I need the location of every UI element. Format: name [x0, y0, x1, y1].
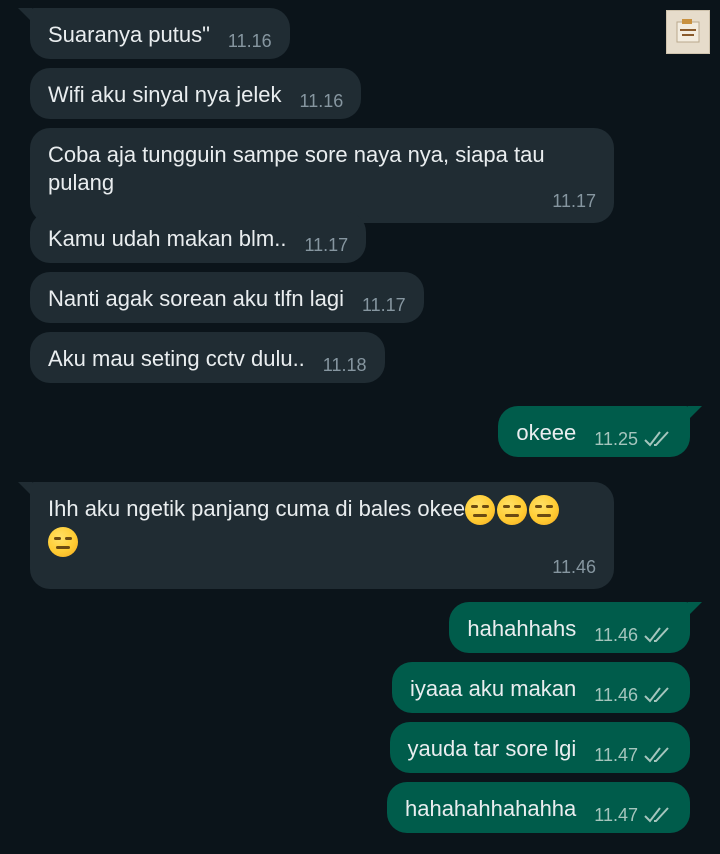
message-text: Ihh aku ngetik panjang cuma di bales oke… — [48, 495, 596, 526]
message-bubble-outgoing[interactable]: hahahahhahahha 11.47 — [386, 782, 690, 833]
message-bubble-incoming[interactable]: Aku mau seting cctv dulu.. 11.18 — [30, 332, 385, 383]
expressionless-face-icon — [465, 495, 496, 526]
sticker-icon — [676, 19, 700, 43]
message-bubble-outgoing[interactable]: iyaaa aku makan 11.46 — [391, 662, 690, 713]
message-text: hahahhahs — [467, 616, 577, 641]
message-time: 11.16 — [227, 31, 272, 51]
message-time: 11.18 — [322, 355, 367, 375]
double-check-icon — [644, 627, 669, 643]
message-bubble-incoming[interactable]: Wifi aku sinyal nya jelek 11.16 — [30, 68, 362, 119]
message-text: Coba aja tungguin sampe sore naya nya, s… — [48, 142, 545, 167]
message-time: 11.47 — [594, 801, 672, 829]
message-bubble-incoming[interactable]: Nanti agak sorean aku tlfn lagi 11.17 — [30, 272, 424, 323]
message-time: 11.17 — [304, 235, 349, 255]
message-text: Kamu udah makan blm.. — [48, 226, 287, 251]
message-time: 11.17 — [552, 191, 596, 211]
message-time: 11.25 — [594, 425, 672, 453]
sticker-thumbnail[interactable] — [666, 10, 710, 54]
message-time: 11.17 — [361, 295, 406, 315]
message-text: Suaranya putus" — [48, 22, 210, 47]
message-text: Nanti agak sorean aku tlfn lagi — [48, 286, 344, 311]
message-bubble-incoming[interactable]: Suaranya putus" 11.16 — [18, 8, 290, 59]
message-bubble-incoming[interactable]: Kamu udah makan blm.. 11.17 — [30, 212, 367, 263]
message-time: 11.47 — [594, 741, 672, 769]
message-bubble-outgoing[interactable]: hahahhahs 11.46 — [449, 602, 702, 653]
message-bubble-incoming[interactable]: Coba aja tungguin sampe sore naya nya, s… — [30, 128, 614, 223]
message-bubble-outgoing[interactable]: yauda tar sore lgi 11.47 — [389, 722, 690, 773]
message-bubble-incoming[interactable]: Ihh aku ngetik panjang cuma di bales oke… — [18, 482, 614, 590]
message-time: 11.46 — [594, 621, 672, 649]
expressionless-face-icon — [497, 495, 528, 526]
message-time: 11.16 — [299, 91, 344, 111]
message-text: Wifi aku sinyal nya jelek — [48, 82, 282, 107]
double-check-icon — [644, 747, 669, 763]
double-check-icon — [644, 431, 669, 447]
message-text: hahahahhahahha — [404, 796, 577, 821]
expressionless-face-icon — [529, 495, 560, 526]
message-text: yauda tar sore lgi — [407, 736, 577, 761]
message-text: okeee — [516, 420, 577, 445]
message-text: iyaaa aku makan — [409, 676, 577, 701]
message-time: 11.46 — [552, 557, 596, 578]
message-time: 11.46 — [594, 681, 672, 709]
double-check-icon — [644, 687, 669, 703]
double-check-icon — [644, 807, 669, 823]
message-bubble-outgoing[interactable]: okeee 11.25 — [498, 406, 702, 457]
message-text: Aku mau seting cctv dulu.. — [48, 346, 305, 371]
